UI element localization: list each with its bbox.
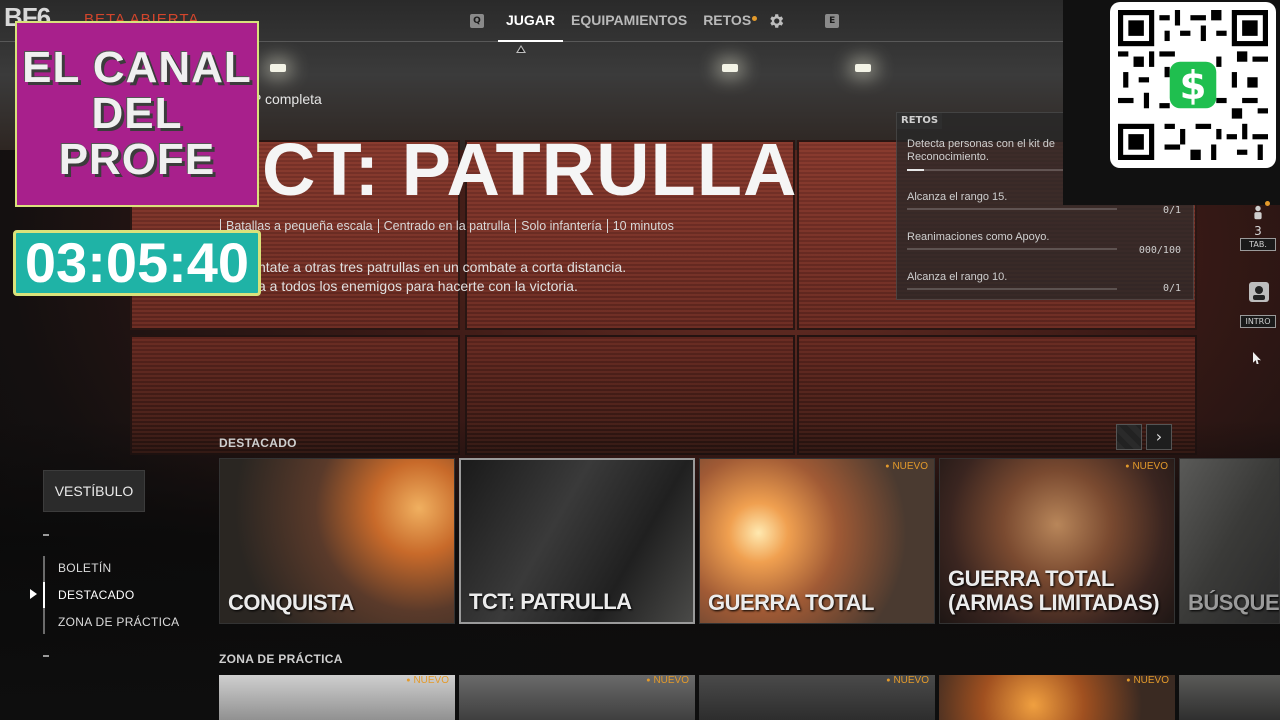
carousel-arrows: ‹ › — [1116, 424, 1172, 450]
ceiling-lamp — [855, 64, 871, 72]
challenge-progress — [907, 288, 1117, 290]
tab-jugar[interactable]: JUGAR — [498, 0, 564, 42]
practice-card[interactable]: NUEVO — [459, 675, 695, 720]
tab-label: RETOS — [703, 12, 752, 28]
practice-section-label: ZONA DE PRÁCTICA — [219, 652, 343, 666]
sidebar-item-destacado[interactable]: DESTACADO — [58, 587, 179, 614]
challenges-header: RETOS — [897, 113, 943, 129]
challenge-count: 0/1 — [1162, 283, 1181, 294]
description-line: a a todos los enemigos para hacerte con … — [258, 278, 578, 294]
challenge-item: Reanimaciones como Apoyo. 000/100 — [907, 231, 1187, 256]
selected-arrow-icon — [30, 589, 37, 599]
brand-line: EL CANAL — [22, 43, 252, 92]
practice-card[interactable] — [1179, 675, 1280, 720]
challenge-text: Reanimaciones como Apoyo. — [907, 231, 1050, 243]
carousel-prev-button[interactable]: ‹ — [1116, 424, 1142, 450]
mode-card-guerra-total[interactable]: NUEVO GUERRA TOTAL — [699, 458, 935, 624]
qr-code: $ — [1110, 2, 1276, 168]
active-indicator — [43, 582, 45, 608]
notification-dot — [752, 16, 758, 21]
new-badge: NUEVO — [886, 675, 929, 686]
mode-tags: Batallas a pequeña escala Centrado en la… — [220, 219, 679, 233]
challenge-item: Alcanza el rango 10. 0/1 — [907, 271, 1187, 294]
sidebar-item-boletin[interactable]: BOLETÍN — [58, 560, 179, 587]
practice-card[interactable]: NUEVO — [939, 675, 1175, 720]
key-hint-intro: INTRO — [1240, 315, 1276, 328]
squad-panel[interactable]: 3 TAB. — [1240, 201, 1276, 251]
notification-dot — [1265, 201, 1270, 206]
practice-cards: NUEVO NUEVO NUEVO NUEVO — [219, 675, 1280, 720]
key-hint-tab: TAB. — [1240, 238, 1276, 251]
mode-card-conquista[interactable]: CONQUISTA — [219, 458, 455, 624]
mode-card-tct-patrulla[interactable]: TCT: PATRULLA — [459, 458, 695, 624]
description-line: ntate a otras tres patrullas en un comba… — [258, 259, 627, 275]
practice-card[interactable]: NUEVO — [699, 675, 935, 720]
brand-line: DEL — [91, 89, 183, 138]
profile-panel[interactable]: INTRO — [1240, 281, 1276, 328]
main-tabs: Q JUGAR EQUIPAMIENTOS RETOS E — [470, 0, 840, 42]
brand-line: PROFE — [58, 135, 216, 184]
mode-tag: 10 minutos — [606, 219, 679, 233]
ceiling-lamp — [722, 64, 738, 72]
channel-brand-overlay: EL CANAL DEL PROFE — [15, 21, 259, 207]
mode-tag: Centrado en la patrulla — [377, 219, 515, 233]
squad-count: 3 — [1254, 224, 1262, 238]
stream-timer: 03:05:40 — [13, 230, 261, 296]
key-hint-q: Q — [470, 14, 484, 28]
sidebar-divider — [43, 655, 49, 657]
sidebar-rail — [43, 556, 45, 634]
card-title: GUERRA TOTAL — [708, 590, 874, 615]
sidebar-menu: BOLETÍN DESTACADO ZONA DE PRÁCTICA — [58, 560, 179, 641]
card-title: TCT: PATRULLA — [469, 589, 632, 614]
featured-cards: CONQUISTA TCT: PATRULLA NUEVO GUERRA TOT… — [219, 458, 1280, 624]
tab-equipamientos[interactable]: EQUIPAMIENTOS — [563, 0, 695, 42]
new-badge: NUEVO — [646, 675, 689, 686]
cash-app-dollar-icon: $ — [1180, 64, 1207, 109]
sidebar-divider — [43, 534, 49, 536]
card-title: CONQUISTA — [228, 590, 354, 615]
carousel-next-button[interactable]: › — [1146, 424, 1172, 450]
challenge-progress — [907, 248, 1117, 250]
tab-retos[interactable]: RETOS — [695, 0, 759, 42]
practice-card[interactable]: NUEVO — [219, 675, 455, 720]
mode-subtitle: P completa — [252, 91, 322, 107]
card-title: GUERRA TOTAL (ARMAS LIMITADAS) — [948, 566, 1160, 615]
new-badge: NUEVO — [1126, 675, 1169, 686]
caret-up-icon — [516, 45, 526, 53]
new-badge: NUEVO — [406, 675, 449, 686]
qr-pattern: $ — [1118, 10, 1268, 160]
challenge-count: 000/100 — [1138, 245, 1181, 256]
challenge-text: Alcanza el rango 10. — [907, 271, 1008, 283]
ceiling-lamp — [270, 64, 286, 72]
tab-label: EQUIPAMIENTOS — [571, 12, 688, 28]
lobby-button[interactable]: VESTÍBULO — [43, 470, 145, 512]
card-image — [1179, 675, 1280, 720]
card-title: BÚSQUEDA — [1188, 590, 1280, 615]
profile-icon — [1248, 281, 1269, 302]
progress-fill — [907, 169, 924, 171]
mode-tag: Solo infantería — [515, 219, 607, 233]
featured-section-label: DESTACADO — [219, 436, 297, 450]
squad-icon — [1248, 201, 1270, 224]
challenge-count: 0/1 — [1162, 205, 1181, 216]
mode-description: ntate a otras tres patrullas en un comba… — [258, 258, 626, 296]
gear-icon[interactable] — [767, 12, 785, 30]
key-hint-e: E — [825, 14, 840, 28]
challenge-progress — [907, 208, 1117, 210]
tab-label: JUGAR — [506, 12, 556, 28]
sidebar-item-zona-practica[interactable]: ZONA DE PRÁCTICA — [58, 614, 179, 641]
challenge-text: Detecta personas con el kit de Reconocim… — [907, 138, 1055, 163]
mode-card-busqueda[interactable]: BÚSQUEDA — [1179, 458, 1280, 624]
mode-title: CT: PATRULLA — [262, 128, 798, 211]
new-badge: NUEVO — [885, 461, 928, 472]
mode-card-guerra-total-limitadas[interactable]: NUEVO GUERRA TOTAL (ARMAS LIMITADAS) — [939, 458, 1175, 624]
new-badge: NUEVO — [1125, 461, 1168, 472]
